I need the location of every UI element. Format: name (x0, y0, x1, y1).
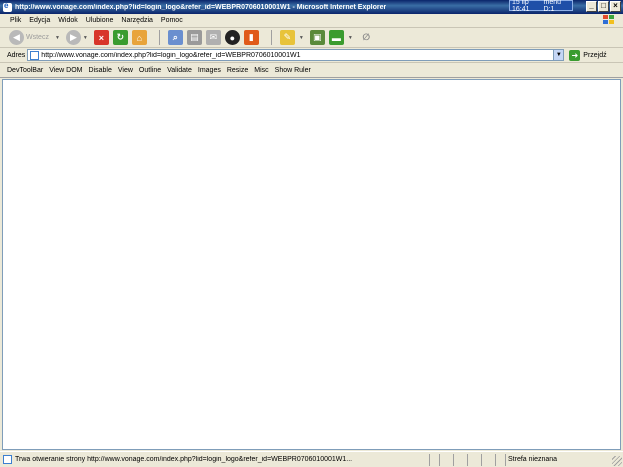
devtoolbar-view-dom[interactable]: View DOM (49, 67, 82, 74)
address-input[interactable] (41, 51, 542, 59)
media-icon[interactable]: ● (224, 30, 240, 45)
system-tray: 15 lip 16:41 menu D:1 (509, 0, 573, 13)
go-button[interactable]: ➜ Przejdź (569, 49, 607, 61)
address-bar: Adres ▼ ➜ Przejdź (0, 48, 623, 63)
back-arrow-icon[interactable]: ◀ (9, 30, 24, 45)
close-icon[interactable]: × (610, 1, 621, 12)
search-icon[interactable]: ⌕ (167, 30, 183, 45)
edit-icon[interactable]: ✎ (279, 30, 295, 45)
devtoolbar-disable[interactable]: Disable (89, 67, 112, 74)
page-icon (30, 50, 40, 60)
back-label[interactable]: Wstecz (26, 34, 49, 41)
status-bar: Trwa otwieranie strony http://www.vonage… (0, 451, 623, 467)
resize-grip-icon[interactable] (612, 456, 622, 466)
status-cell (439, 453, 453, 466)
discuss-icon[interactable]: ▬ (328, 30, 344, 45)
devtoolbar-show-ruler[interactable]: Show Ruler (275, 67, 311, 74)
discuss-dropdown-icon[interactable]: ▼ (348, 35, 353, 41)
menu-tools[interactable]: Narzędzia (121, 17, 153, 24)
forward-arrow-icon[interactable]: ▶ (65, 30, 81, 45)
status-cell (467, 453, 481, 466)
standard-toolbar: ◀ Wstecz ▼ ▶ ▼ × ↻ ⌂ ⌕ ▤ ✉ ● ▮ ✎ ▼ ▣ ▬ ▼… (0, 28, 623, 48)
menu-file[interactable]: Plik (10, 17, 21, 24)
print-icon[interactable]: ▤ (186, 30, 202, 45)
address-field[interactable]: ▼ (27, 49, 565, 61)
status-cell (481, 453, 495, 466)
menu-favorites[interactable]: Ulubione (86, 17, 114, 24)
loading-page-icon (3, 455, 12, 464)
status-text: Trwa otwieranie strony http://www.vonage… (15, 456, 353, 463)
address-label: Adres (7, 51, 26, 59)
devtoolbar-outline[interactable]: Outline (139, 67, 161, 74)
menu-view[interactable]: Widok (58, 17, 77, 24)
devtoolbar-misc[interactable]: Misc (254, 67, 268, 74)
forward-dropdown-icon[interactable]: ▼ (83, 35, 88, 41)
window-controls: _ □ × (586, 1, 621, 12)
messenger-icon[interactable]: ▮ (243, 30, 259, 45)
address-dropdown-icon[interactable]: ▼ (553, 50, 564, 60)
link-icon[interactable]: ∅ (359, 30, 374, 45)
menu-help[interactable]: Pomoc (161, 17, 183, 24)
devtoolbar-images[interactable]: Images (198, 67, 221, 74)
security-zone: Strefa nieznana (505, 453, 565, 466)
tray-menu[interactable]: menu D:1 (544, 0, 570, 13)
stop-icon[interactable]: × (93, 30, 109, 45)
minimize-icon[interactable]: _ (586, 1, 597, 12)
edit-dropdown-icon[interactable]: ▼ (299, 35, 304, 41)
menu-bar: Plik Edycja Widok Ulubione Narzędzia Pom… (0, 14, 623, 28)
ie-icon (3, 1, 12, 12)
devtoolbar-label[interactable]: DevToolBar (7, 67, 43, 74)
devtoolbar-resize[interactable]: Resize (227, 67, 248, 74)
page-content[interactable] (2, 79, 621, 450)
menu-edit[interactable]: Edycja (29, 17, 50, 24)
refresh-icon[interactable]: ↻ (112, 30, 128, 45)
mail-icon[interactable]: ✉ (205, 30, 221, 45)
maximize-icon[interactable]: □ (598, 1, 609, 12)
back-dropdown-icon[interactable]: ▼ (55, 35, 60, 41)
dev-toolbar: DevToolBar View DOM Disable View Outline… (0, 64, 623, 78)
devtoolbar-validate[interactable]: Validate (167, 67, 192, 74)
go-label: Przejdź (583, 51, 607, 59)
toolbar-separator (158, 30, 160, 45)
home-icon[interactable]: ⌂ (131, 30, 147, 45)
research-icon[interactable]: ▣ (309, 30, 325, 45)
status-cell (429, 453, 439, 466)
tray-time: 15 lip 16:41 (512, 0, 530, 13)
toolbar-separator (270, 30, 272, 45)
status-cell (495, 453, 505, 466)
windows-logo-icon (603, 15, 615, 26)
window-title: http://www.vonage.com/index.php?lid=logi… (15, 3, 387, 11)
go-arrow-icon: ➜ (569, 49, 581, 61)
status-cell (453, 453, 467, 466)
devtoolbar-view[interactable]: View (118, 67, 133, 74)
